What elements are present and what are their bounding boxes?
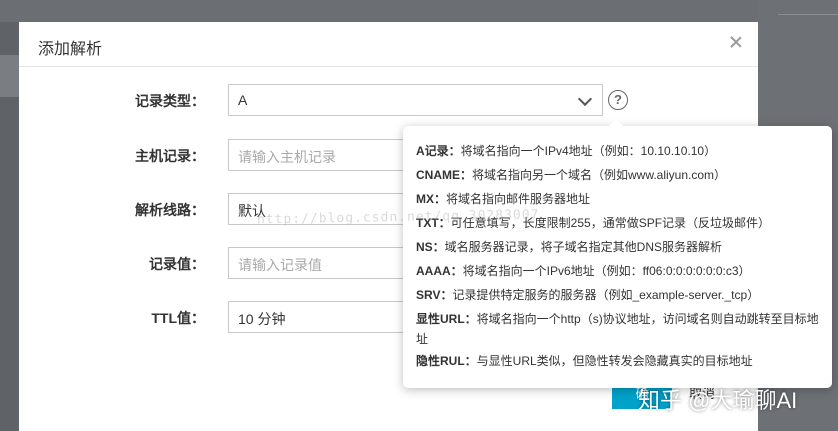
close-icon[interactable] [728,34,744,50]
record-value-label: 记录值： [149,256,205,272]
help-item-implicit-url: 隐性RUL：与显性URL类似，但隐性转发会隐藏真实的目标地址 [416,349,820,373]
record-type-help-popover: A记录：将域名指向一个IPv4地址（例如：10.10.10.10） CNAME：… [403,119,832,388]
help-desc: 将域名指向另一个域名（例如www.aliyun.com） [472,168,727,182]
help-term: NS： [416,240,445,254]
help-item-explicit-url: 显性URL：将域名指向一个http（s)协议地址，访问域名则自动跳转至目标地址 [416,309,820,349]
help-term: A记录： [416,144,461,158]
backdrop-divider [778,14,838,15]
help-desc: 可任意填写，长度限制255，通常做SPF记录（反垃圾邮件） [450,216,771,230]
help-desc: 将域名指向邮件服务器地址 [446,192,591,206]
help-desc: 域名服务器记录，将子域名指定其他DNS服务器解析 [444,240,723,254]
help-desc: 将域名指向一个http（s)协议地址，访问域名则自动跳转至目标地址 [416,312,819,346]
dialog-header: 添加解析 [19,22,758,67]
help-term: CNAME： [416,168,472,182]
help-item-txt: TXT：可任意填写，长度限制255，通常做SPF记录（反垃圾邮件） [416,211,820,235]
help-desc: 与显性URL类似，但隐性转发会隐藏真实的目标地址 [476,354,753,368]
ttl-value: 10 分钟 [238,311,286,327]
chevron-down-icon [577,91,593,107]
record-type-value: A [238,92,248,108]
help-term: SRV： [416,288,453,302]
help-term: TXT： [416,216,451,230]
help-term: 隐性RUL： [416,354,477,368]
help-desc: 记录提供特定服务的服务器（例如_example-server._tcp） [452,288,760,302]
ttl-label: TTL值： [151,310,205,326]
help-item-srv: SRV：记录提供特定服务的服务器（例如_example-server._tcp） [416,283,820,307]
record-type-select[interactable]: A [228,84,603,116]
help-term: 显性URL： [416,312,477,326]
backdrop-top [0,0,838,22]
dialog-title: 添加解析 [38,41,103,58]
help-item-ns: NS：域名服务器记录，将子域名指定其他DNS服务器解析 [416,235,820,259]
host-record-label: 主机记录： [135,148,205,164]
record-type-label: 记录类型： [135,93,205,109]
help-icon[interactable]: ? [608,90,628,110]
resolution-line-label: 解析线路： [135,202,205,218]
help-item-mx: MX：将域名指向邮件服务器地址 [416,187,820,211]
help-desc: 将域名指向一个IPv4地址（例如：10.10.10.10） [460,144,717,158]
help-desc: 将域名指向一个IPv6地址（例如：ff06:0:0:0:0:0:0:c3） [462,264,751,278]
help-term: MX： [416,192,447,206]
help-item-aaaa: AAAA：将域名指向一个IPv6地址（例如：ff06:0:0:0:0:0:0:c… [416,259,820,283]
help-item-a: A记录：将域名指向一个IPv4地址（例如：10.10.10.10） [416,139,820,163]
backdrop-left-band [0,55,20,97]
record-type-row: 记录类型： A ? [19,84,758,116]
help-item-cname: CNAME：将域名指向另一个域名（例如www.aliyun.com） [416,163,820,187]
resolution-line-value: 默认 [238,203,266,219]
help-term: AAAA： [416,264,463,278]
